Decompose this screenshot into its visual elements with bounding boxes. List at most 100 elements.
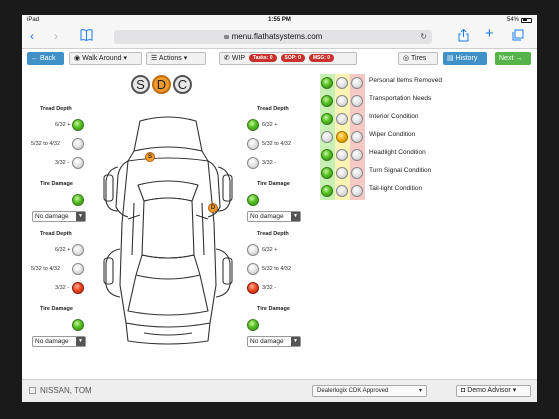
tabs-icon[interactable] — [512, 29, 524, 44]
reload-icon[interactable]: ↻ — [420, 30, 427, 44]
next-button[interactable]: Next → — [495, 52, 531, 65]
condition-green-dot[interactable] — [321, 95, 333, 107]
advisor-dropdown[interactable]: ◘ Demo Advisor ▾ — [456, 385, 531, 397]
condition-yellow-dot[interactable] — [336, 95, 348, 107]
tire-damage-title: Tire Damage — [257, 181, 290, 187]
sop-badge[interactable]: SOP: 0 — [280, 54, 305, 62]
history-button[interactable]: ▤ History — [443, 52, 487, 65]
tire-damage-dot[interactable] — [247, 319, 259, 331]
tread-top-dot[interactable] — [247, 244, 259, 256]
condition-yellow-dot[interactable] — [336, 113, 348, 125]
tire-damage-value: No damage — [35, 338, 69, 345]
tire-damage-dot[interactable] — [72, 194, 84, 206]
chevron-down-icon: ▼ — [76, 212, 85, 221]
tread-top-dot[interactable] — [72, 119, 84, 131]
customer-name-text: NISSAN, TOM — [40, 386, 92, 395]
condition-yellow-dot[interactable] — [336, 167, 348, 179]
sdc-button-s[interactable]: S — [131, 75, 150, 94]
wip-label: WIP — [231, 55, 245, 62]
condition-green-dot[interactable] — [321, 167, 333, 179]
condition-label: Tail-light Condition — [369, 185, 423, 192]
history-label: History — [455, 55, 478, 62]
tread-low-dot[interactable] — [247, 157, 259, 169]
share-icon[interactable] — [458, 28, 469, 45]
walk-around-label: Walk Around — [82, 55, 122, 62]
damage-marker-d[interactable]: D — [208, 203, 218, 213]
walk-around-dropdown[interactable]: ◉ Walk Around ▾ — [69, 52, 142, 65]
condition-red-dot[interactable] — [351, 167, 363, 179]
condition-row: Interior Condition — [319, 110, 479, 128]
back-button[interactable]: ← Back — [27, 52, 64, 65]
tires-label: Tires — [410, 55, 427, 62]
condition-green-dot[interactable] — [321, 149, 333, 161]
car-diagram[interactable] — [98, 115, 238, 350]
tread-low-dot[interactable] — [72, 157, 84, 169]
tread-top-dot[interactable] — [72, 244, 84, 256]
condition-red-dot[interactable] — [351, 131, 363, 143]
condition-yellow-dot[interactable] — [336, 185, 348, 197]
battery-indicator: 54% — [507, 17, 532, 23]
tire-icon: ◎ — [403, 55, 410, 62]
actions-dropdown[interactable]: ☰ Actions ▾ — [146, 52, 206, 65]
condition-yellow-dot[interactable] — [336, 149, 348, 161]
tire-damage-title: Tire Damage — [257, 306, 290, 312]
footer-bar: NISSAN, TOM Dealerlogix CDK Approved ▾ ◘ … — [22, 379, 537, 402]
condition-yellow-dot[interactable] — [336, 77, 348, 89]
damage-marker-s[interactable]: S — [145, 152, 155, 162]
tread-mid-label: 5/32 to 4/32 — [31, 266, 61, 272]
msg-badge[interactable]: MSG: 0 — [308, 54, 335, 62]
wip-panel[interactable]: ✆ WIP Tasks: 0 SOP: 0 MSG: 0 — [219, 52, 357, 65]
condition-label: Transportation Needs — [369, 95, 432, 102]
tire-damage-select[interactable]: No damage ▼ — [247, 336, 301, 347]
tread-mid-dot[interactable] — [247, 263, 259, 275]
customer-icon — [29, 387, 36, 394]
caret-down-icon: ▾ — [512, 387, 517, 394]
tread-top-dot[interactable] — [247, 119, 259, 131]
tread-low-label: 3/32 - — [55, 285, 70, 291]
address-bar[interactable]: menu.flathatsystems.com ↻ — [114, 30, 432, 44]
tread-mid-dot[interactable] — [72, 138, 84, 150]
tread-mid-dot[interactable] — [72, 263, 84, 275]
tire-damage-select[interactable]: No damage ▼ — [32, 211, 86, 222]
tire-damage-dot[interactable] — [72, 319, 84, 331]
condition-red-dot[interactable] — [351, 77, 363, 89]
tread-depth-title: Tread Depth — [257, 231, 289, 237]
tread-mid-dot[interactable] — [247, 138, 259, 150]
ios-status-bar: iPad 1:55 PM 54% — [22, 15, 537, 25]
new-tab-icon[interactable]: + — [485, 26, 494, 41]
sdc-button-d[interactable]: D — [152, 75, 171, 94]
status-select[interactable]: Dealerlogix CDK Approved ▾ — [312, 385, 427, 397]
arrow-right-icon: → — [515, 55, 523, 62]
condition-green-dot[interactable] — [321, 113, 333, 125]
condition-red-dot[interactable] — [351, 95, 363, 107]
browser-back-icon[interactable]: ‹ — [30, 29, 34, 43]
arrow-left-icon: ← — [31, 55, 38, 62]
tread-mid-label: 5/32 to 4/32 — [31, 141, 61, 147]
url-text: menu.flathatsystems.com — [231, 32, 323, 41]
tire-damage-select[interactable]: No damage ▼ — [32, 336, 86, 347]
tasks-badge[interactable]: Tasks: 0 — [248, 54, 277, 62]
browser-forward-icon[interactable]: › — [54, 29, 58, 43]
caret-down-icon: ▾ — [183, 55, 188, 62]
condition-red-dot[interactable] — [351, 185, 363, 197]
customer-name[interactable]: NISSAN, TOM — [29, 386, 92, 395]
chevron-down-icon: ▼ — [76, 337, 85, 346]
tread-mid-label: 5/32 to 4/32 — [262, 266, 292, 272]
status-select-value: Dealerlogix CDK Approved — [317, 388, 389, 394]
tires-button[interactable]: ◎ Tires — [398, 52, 438, 65]
condition-green-dot[interactable] — [321, 131, 333, 143]
bookmarks-icon[interactable] — [80, 29, 93, 44]
list-icon: ☰ — [151, 55, 158, 62]
condition-red-dot[interactable] — [351, 113, 363, 125]
sdc-button-c[interactable]: C — [173, 75, 192, 94]
condition-row: Turn Signal Condition — [319, 164, 479, 182]
tread-low-dot[interactable] — [72, 282, 84, 294]
actions-label: Actions — [158, 55, 182, 62]
condition-green-dot[interactable] — [321, 185, 333, 197]
tire-damage-dot[interactable] — [247, 194, 259, 206]
condition-red-dot[interactable] — [351, 149, 363, 161]
condition-green-dot[interactable] — [321, 77, 333, 89]
tread-low-dot[interactable] — [247, 282, 259, 294]
tire-damage-select[interactable]: No damage ▼ — [247, 211, 301, 222]
condition-yellow-dot[interactable] — [336, 131, 348, 143]
